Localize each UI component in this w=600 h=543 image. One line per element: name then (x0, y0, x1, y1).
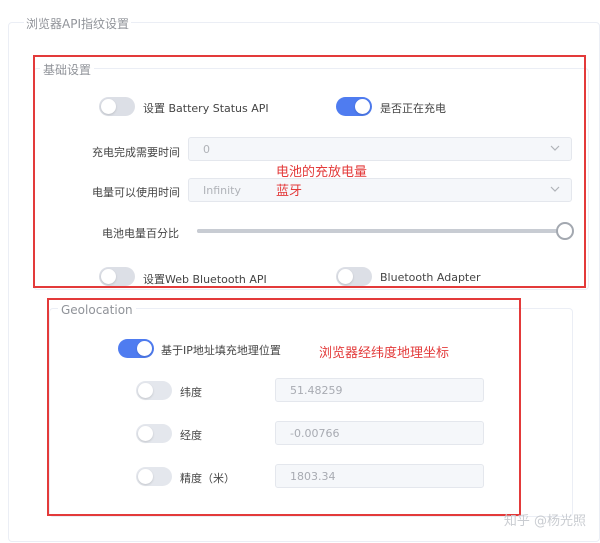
toggle-knob (138, 469, 153, 484)
latitude-value: 51.48259 (290, 384, 343, 397)
toggle-knob (101, 269, 116, 284)
discharge-time-label: 电量可以使用时间 (92, 186, 180, 199)
basic-settings-legend: 基础设置 (40, 61, 95, 78)
toggle-knob (138, 383, 153, 398)
battery-status-api-toggle[interactable] (99, 97, 135, 116)
is-charging-label: 是否正在充电 (380, 102, 446, 115)
longitude-value: -0.00766 (290, 427, 340, 440)
longitude-input[interactable]: -0.00766 (275, 421, 484, 445)
battery-level-slider-track[interactable] (197, 229, 565, 233)
chevron-down-icon (550, 145, 560, 151)
watermark: 知乎 @杨光照 (503, 514, 586, 529)
toggle-knob (101, 99, 116, 114)
battery-status-api-label: 设置 Battery Status API (143, 102, 269, 115)
ip-geolocation-toggle[interactable] (118, 339, 154, 358)
accuracy-label: 精度（米） (180, 472, 235, 485)
is-charging-toggle[interactable] (336, 97, 372, 116)
bluetooth-adapter-label: Bluetooth Adapter (380, 271, 481, 284)
latitude-toggle[interactable] (136, 381, 172, 400)
ip-geolocation-label: 基于IP地址填充地理位置 (161, 344, 281, 357)
battery-annotation-line2: 蓝牙 (276, 184, 303, 199)
latitude-label: 纬度 (180, 386, 202, 399)
battery-level-slider-fill (197, 229, 565, 233)
latitude-input[interactable]: 51.48259 (275, 378, 484, 402)
chevron-down-icon (550, 186, 560, 192)
accuracy-value: 1803.34 (290, 470, 336, 483)
geolocation-legend: Geolocation (58, 303, 136, 317)
geolocation-annotation: 浏览器经纬度地理坐标 (319, 346, 450, 361)
charge-time-value: 0 (203, 143, 210, 156)
charge-time-select[interactable]: 0 (188, 137, 572, 161)
discharge-time-value: Infinity (203, 184, 241, 197)
toggle-knob (355, 99, 370, 114)
toggle-knob (338, 269, 353, 284)
battery-annotation-line1: 电池的充放电量 (276, 165, 368, 180)
web-bluetooth-api-toggle[interactable] (99, 267, 135, 286)
discharge-time-select[interactable]: Infinity (188, 178, 572, 202)
toggle-knob (138, 426, 153, 441)
toggle-knob (137, 341, 152, 356)
longitude-toggle[interactable] (136, 424, 172, 443)
longitude-label: 经度 (180, 429, 202, 442)
page-title: 浏览器API指纹设置 (24, 15, 131, 32)
charge-time-label: 充电完成需要时间 (92, 146, 180, 159)
accuracy-input[interactable]: 1803.34 (275, 464, 484, 488)
web-bluetooth-api-label: 设置Web Bluetooth API (143, 273, 267, 286)
accuracy-toggle[interactable] (136, 467, 172, 486)
bluetooth-adapter-toggle[interactable] (336, 267, 372, 286)
battery-level-label: 电池电量百分比 (102, 227, 179, 240)
battery-level-slider-handle[interactable] (556, 222, 574, 240)
